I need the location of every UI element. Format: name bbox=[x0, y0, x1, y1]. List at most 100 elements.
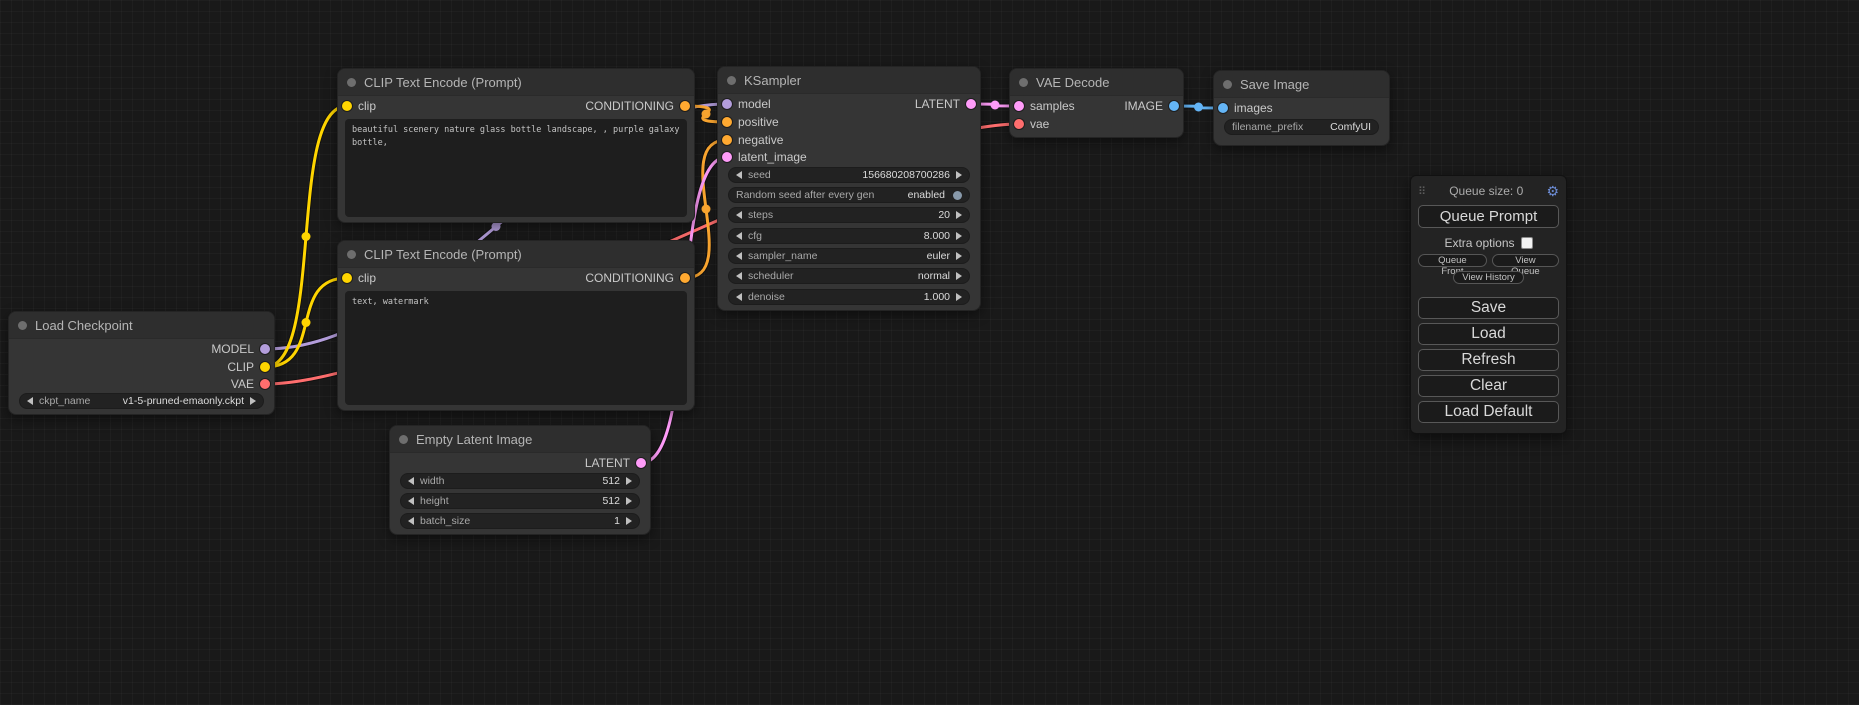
prev-value-arrow-icon[interactable] bbox=[736, 272, 742, 280]
decrement-arrow-icon[interactable] bbox=[408, 497, 414, 505]
node-title-bar[interactable]: Save Image bbox=[1214, 71, 1389, 98]
node-title-bar[interactable]: Load Checkpoint bbox=[9, 312, 274, 339]
input-slot-samples[interactable]: samples bbox=[1014, 97, 1075, 115]
input-slot-clip[interactable]: clip bbox=[342, 269, 376, 287]
node-save-image[interactable]: Save Image images filename_prefix ComfyU… bbox=[1213, 70, 1390, 146]
link-midpoint-dot[interactable] bbox=[302, 318, 311, 327]
node-title-bar[interactable]: KSampler bbox=[718, 67, 980, 94]
output-slot-conditioning[interactable]: CONDITIONING bbox=[585, 97, 690, 115]
width-widget[interactable]: width 512 bbox=[400, 473, 640, 489]
collapse-dot-icon[interactable] bbox=[727, 76, 736, 85]
output-slot-clip[interactable]: CLIP bbox=[227, 358, 270, 376]
queue-front-button[interactable]: Queue Front bbox=[1418, 254, 1487, 267]
slot-dot-images[interactable] bbox=[1218, 103, 1228, 113]
height-widget[interactable]: height 512 bbox=[400, 493, 640, 509]
slot-dot-vae[interactable] bbox=[1014, 119, 1024, 129]
slot-dot-samples[interactable] bbox=[1014, 101, 1024, 111]
decrement-arrow-icon[interactable] bbox=[736, 293, 742, 301]
decrement-arrow-icon[interactable] bbox=[736, 171, 742, 179]
output-slot-conditioning[interactable]: CONDITIONING bbox=[585, 269, 690, 287]
decrement-arrow-icon[interactable] bbox=[408, 477, 414, 485]
collapse-dot-icon[interactable] bbox=[347, 250, 356, 259]
input-slot-positive[interactable]: positive bbox=[722, 113, 779, 131]
settings-gear-icon[interactable]: ⚙ bbox=[1546, 184, 1559, 198]
input-slot-latent-image[interactable]: latent_image bbox=[722, 148, 807, 166]
collapse-dot-icon[interactable] bbox=[347, 78, 356, 87]
batch-size-widget[interactable]: batch_size 1 bbox=[400, 513, 640, 529]
output-slot-model[interactable]: MODEL bbox=[211, 340, 270, 358]
slot-dot-clip[interactable] bbox=[342, 273, 352, 283]
refresh-button[interactable]: Refresh bbox=[1418, 349, 1559, 371]
queue-prompt-button[interactable]: Queue Prompt bbox=[1418, 205, 1559, 228]
slot-dot-image[interactable] bbox=[1169, 101, 1179, 111]
next-value-arrow-icon[interactable] bbox=[250, 397, 256, 405]
output-slot-latent[interactable]: LATENT bbox=[585, 454, 646, 472]
node-title-bar[interactable]: CLIP Text Encode (Prompt) bbox=[338, 69, 694, 96]
slot-dot-clip[interactable] bbox=[342, 101, 352, 111]
link-midpoint-dot[interactable] bbox=[302, 232, 311, 241]
increment-arrow-icon[interactable] bbox=[956, 232, 962, 240]
slot-dot-clip[interactable] bbox=[260, 362, 270, 372]
link-midpoint-dot[interactable] bbox=[991, 101, 1000, 110]
prev-value-arrow-icon[interactable] bbox=[27, 397, 33, 405]
input-slot-clip[interactable]: clip bbox=[342, 97, 376, 115]
slot-dot-conditioning[interactable] bbox=[680, 273, 690, 283]
slot-dot-vae[interactable] bbox=[260, 379, 270, 389]
collapse-dot-icon[interactable] bbox=[18, 321, 27, 330]
slot-dot-negative[interactable] bbox=[722, 135, 732, 145]
node-clip-text-encode-negative[interactable]: CLIP Text Encode (Prompt) clip CONDITION… bbox=[337, 240, 695, 411]
next-value-arrow-icon[interactable] bbox=[956, 272, 962, 280]
collapse-dot-icon[interactable] bbox=[399, 435, 408, 444]
load-button[interactable]: Load bbox=[1418, 323, 1559, 345]
slot-dot-latent[interactable] bbox=[636, 458, 646, 468]
clear-button[interactable]: Clear bbox=[1418, 375, 1559, 397]
increment-arrow-icon[interactable] bbox=[626, 497, 632, 505]
toggle-dot-icon[interactable] bbox=[953, 191, 962, 200]
increment-arrow-icon[interactable] bbox=[956, 171, 962, 179]
view-queue-button[interactable]: View Queue bbox=[1492, 254, 1559, 267]
next-value-arrow-icon[interactable] bbox=[956, 252, 962, 260]
slot-dot-model[interactable] bbox=[260, 344, 270, 354]
collapse-dot-icon[interactable] bbox=[1223, 80, 1232, 89]
increment-arrow-icon[interactable] bbox=[626, 517, 632, 525]
link-midpoint-dot[interactable] bbox=[702, 205, 711, 214]
node-graph-canvas[interactable]: Load Checkpoint MODEL CLIP VAE ckpt_name… bbox=[0, 0, 1859, 705]
increment-arrow-icon[interactable] bbox=[626, 477, 632, 485]
slot-dot-conditioning[interactable] bbox=[680, 101, 690, 111]
input-slot-negative[interactable]: negative bbox=[722, 131, 783, 149]
filename-prefix-widget[interactable]: filename_prefix ComfyUI bbox=[1224, 119, 1379, 135]
output-slot-latent[interactable]: LATENT bbox=[915, 95, 976, 113]
seed-widget[interactable]: seed 156680208700286 bbox=[728, 167, 970, 183]
node-clip-text-encode-positive[interactable]: CLIP Text Encode (Prompt) clip CONDITION… bbox=[337, 68, 695, 223]
increment-arrow-icon[interactable] bbox=[956, 211, 962, 219]
slot-dot-latent-image[interactable] bbox=[722, 152, 732, 162]
link-midpoint-dot[interactable] bbox=[492, 222, 501, 231]
positive-prompt-textarea[interactable]: beautiful scenery nature glass bottle la… bbox=[345, 119, 687, 217]
negative-prompt-textarea[interactable]: text, watermark bbox=[345, 291, 687, 405]
steps-widget[interactable]: steps 20 bbox=[728, 207, 970, 223]
input-slot-images[interactable]: images bbox=[1218, 99, 1273, 117]
node-ksampler[interactable]: KSampler LATENT model positive negative … bbox=[717, 66, 981, 311]
drag-handle-icon[interactable]: ⠿ bbox=[1418, 185, 1426, 198]
view-history-button[interactable]: View History bbox=[1453, 271, 1524, 284]
ckpt-name-widget[interactable]: ckpt_name v1-5-pruned-emaonly.ckpt bbox=[19, 393, 264, 409]
slot-dot-model[interactable] bbox=[722, 99, 732, 109]
node-empty-latent-image[interactable]: Empty Latent Image LATENT width 512 heig… bbox=[389, 425, 651, 535]
extra-options-checkbox[interactable] bbox=[1521, 237, 1533, 249]
input-slot-model[interactable]: model bbox=[722, 95, 771, 113]
slot-dot-latent[interactable] bbox=[966, 99, 976, 109]
slot-dot-positive[interactable] bbox=[722, 117, 732, 127]
decrement-arrow-icon[interactable] bbox=[736, 232, 742, 240]
node-title-bar[interactable]: Empty Latent Image bbox=[390, 426, 650, 453]
decrement-arrow-icon[interactable] bbox=[736, 211, 742, 219]
link-midpoint-dot[interactable] bbox=[1194, 103, 1203, 112]
node-title-bar[interactable]: CLIP Text Encode (Prompt) bbox=[338, 241, 694, 268]
collapse-dot-icon[interactable] bbox=[1019, 78, 1028, 87]
node-title-bar[interactable]: VAE Decode bbox=[1010, 69, 1183, 96]
prev-value-arrow-icon[interactable] bbox=[736, 252, 742, 260]
link-wire[interactable] bbox=[265, 278, 347, 367]
load-default-button[interactable]: Load Default bbox=[1418, 401, 1559, 423]
node-vae-decode[interactable]: VAE Decode samples IMAGE vae bbox=[1009, 68, 1184, 138]
sampler-name-widget[interactable]: sampler_name euler bbox=[728, 248, 970, 264]
save-button[interactable]: Save bbox=[1418, 297, 1559, 319]
